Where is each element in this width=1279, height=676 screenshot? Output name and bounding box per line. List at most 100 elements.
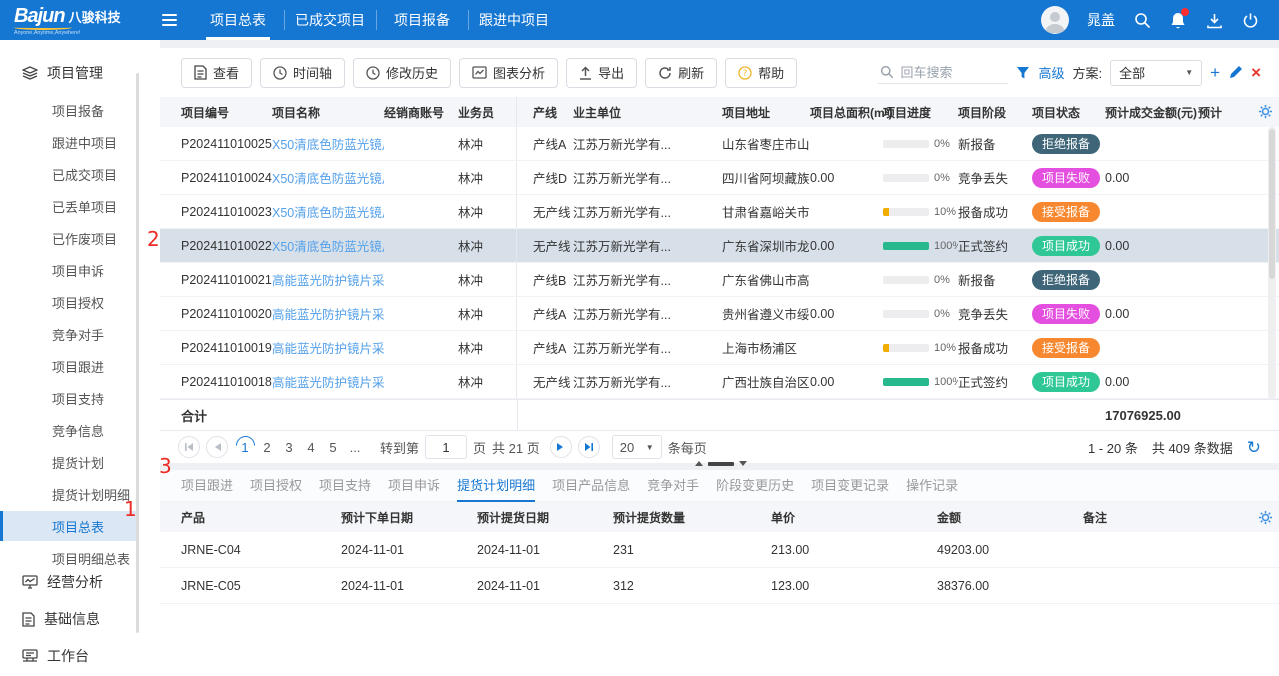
table-scrollbar[interactable] [1268, 127, 1276, 399]
detail-tab-6[interactable]: 项目产品信息 [552, 470, 630, 502]
page-number-3[interactable]: 3 [278, 440, 300, 455]
avatar[interactable] [1041, 6, 1069, 34]
project-name-link[interactable]: 高能蓝光防护镜片采购... [272, 342, 384, 356]
cell-unit-price: 213.00 [771, 543, 937, 557]
top-tab-4[interactable]: 跟进中项目 [468, 0, 560, 40]
sidebar-item-4[interactable]: 已丢单项目 [0, 191, 136, 221]
project-name-link[interactable]: X50清底色防蓝光镜片... [272, 206, 384, 220]
prev-page-button[interactable] [206, 436, 228, 458]
search-input[interactable] [900, 65, 1000, 80]
top-tab-2[interactable]: 已成交项目 [284, 0, 376, 40]
filter-funnel-icon[interactable] [1016, 66, 1030, 80]
sidebar-item-1[interactable]: 项目报备 [0, 95, 136, 125]
detail-tab-5[interactable]: 提货计划明细 [457, 470, 535, 502]
notification-dot [1181, 8, 1189, 16]
toolbar-button-1[interactable]: 查看 [181, 58, 252, 88]
sidebar-item-8[interactable]: 竞争对手 [0, 319, 136, 349]
toolbar-button-6[interactable]: 刷新 [645, 58, 717, 88]
toolbar-button-4[interactable]: 图表分析 [459, 58, 558, 88]
page-number-1[interactable]: 1 [234, 440, 256, 455]
table-row[interactable]: P202411010019高能蓝光防护镜片采购...林冲产线A江苏万新光学有..… [160, 331, 1279, 365]
page-number-...[interactable]: ... [344, 440, 366, 455]
toolbar-button-2[interactable]: 时间轴 [260, 58, 345, 88]
sidebar-item-6[interactable]: 项目申诉 [0, 255, 136, 285]
detail-tab-4[interactable]: 项目申诉 [388, 470, 440, 502]
notifications-bell-icon[interactable] [1169, 11, 1187, 29]
column-settings-gear-icon[interactable] [1258, 104, 1273, 119]
detail-tab-2[interactable]: 项目授权 [250, 470, 302, 502]
toolbar-button-7[interactable]: ?帮助 [725, 58, 797, 88]
collapse-up-icon[interactable] [695, 461, 703, 466]
menu-toggle-icon[interactable] [152, 14, 186, 26]
sidebar-item-5[interactable]: 已作废项目 [0, 223, 136, 253]
toolbar-button-3[interactable]: 修改历史 [353, 58, 451, 88]
advanced-search-link[interactable]: 高级 [1038, 63, 1064, 82]
table-row[interactable]: P202411010018高能蓝光防护镜片采购...林冲无产线江苏万新光学有..… [160, 365, 1279, 399]
detail-row[interactable]: JRNE-C042024-11-012024-11-01231213.00492… [160, 532, 1279, 568]
cell-qty: 231 [613, 543, 771, 557]
sidebar-item-10[interactable]: 项目支持 [0, 383, 136, 413]
sidebar-item-12[interactable]: 提货计划 [0, 447, 136, 477]
summary-label: 合计 [181, 406, 207, 425]
power-icon[interactable] [1241, 11, 1259, 29]
sidebar-item-13[interactable]: 提货计划明细 [0, 479, 136, 509]
cell-salesperson: 林冲 [458, 263, 517, 296]
page-number-5[interactable]: 5 [322, 440, 344, 455]
sidebar-item-14[interactable]: 项目总表 [0, 511, 136, 541]
sidebar-item-11[interactable]: 竞争信息 [0, 415, 136, 445]
sidebar-section-2[interactable]: 经营分析 [0, 567, 160, 597]
sidebar-scrollbar[interactable] [136, 73, 139, 633]
project-name-link[interactable]: 高能蓝光防护镜片采购... [272, 376, 384, 390]
search-icon[interactable] [1133, 11, 1151, 29]
splitter-handle[interactable] [695, 461, 747, 466]
sidebar-section-4[interactable]: 工作台 [0, 641, 160, 671]
next-page-button[interactable] [550, 436, 572, 458]
detail-column-settings-gear-icon[interactable] [1258, 510, 1273, 525]
scheme-select[interactable]: 全部 ▼ [1110, 60, 1202, 86]
progress-percent: 100% [934, 240, 958, 252]
detail-row[interactable]: JRNE-C052024-11-012024-11-01312123.00383… [160, 568, 1279, 604]
table-row[interactable]: P202411010020高能蓝光防护镜片采购...林冲产线A江苏万新光学有..… [160, 297, 1279, 331]
goto-page-input[interactable] [425, 435, 467, 459]
top-tab-3[interactable]: 项目报备 [376, 0, 468, 40]
project-name-link[interactable]: X50清底色防蓝光镜片... [272, 138, 384, 152]
sidebar-item-2[interactable]: 跟进中项目 [0, 127, 136, 157]
toolbar-button-5[interactable]: 导出 [566, 58, 637, 88]
collapse-down-icon[interactable] [739, 461, 747, 466]
last-page-button[interactable] [578, 436, 600, 458]
sidebar-item-3[interactable]: 已成交项目 [0, 159, 136, 189]
project-name-link[interactable]: 高能蓝光防护镜片采购... [272, 308, 384, 322]
page-size-select[interactable]: 20 ▼ [612, 435, 662, 459]
table-row[interactable]: P202411010024X50清底色防蓝光镜片...林冲产线D江苏万新光学有.… [160, 161, 1279, 195]
top-tab-1[interactable]: 项目总表 [192, 0, 284, 40]
sidebar-item-9[interactable]: 项目跟进 [0, 351, 136, 381]
detail-tab-8[interactable]: 阶段变更历史 [716, 470, 794, 502]
sidebar-section-project-management[interactable]: 项目管理 [0, 58, 160, 88]
download-icon[interactable] [1205, 11, 1223, 29]
table-row[interactable]: P202411010025X50清底色防蓝光镜片...林冲产线A江苏万新光学有.… [160, 127, 1279, 161]
table-row[interactable]: P202411010023X50清底色防蓝光镜片...林冲无产线江苏万新光学有.… [160, 195, 1279, 229]
project-name-link[interactable]: X50清底色防蓝光镜片... [272, 172, 384, 186]
page-number-2[interactable]: 2 [256, 440, 278, 455]
sidebar-item-7[interactable]: 项目授权 [0, 287, 136, 317]
table-row[interactable]: P202411010021高能蓝光防护镜片采购...林冲产线B江苏万新光学有..… [160, 263, 1279, 297]
detail-tab-9[interactable]: 项目变更记录 [811, 470, 889, 502]
project-name-link[interactable]: X50清底色防蓝光镜片... [272, 240, 384, 254]
detail-tab-10[interactable]: 操作记录 [906, 470, 958, 502]
delete-scheme-icon[interactable]: × [1251, 64, 1261, 81]
cell-address: 甘肃省嘉峪关市... [722, 202, 810, 221]
detail-tab-7[interactable]: 竞争对手 [647, 470, 699, 502]
project-name-link[interactable]: 高能蓝光防护镜片采购... [272, 274, 384, 288]
sidebar-section-3[interactable]: 基础信息 [0, 604, 160, 634]
cell-owner-unit: 江苏万新光学有... [573, 338, 722, 357]
first-page-button[interactable] [178, 436, 200, 458]
table-row[interactable]: P202411010022X50清底色防蓝光镜片...林冲无产线江苏万新光学有.… [160, 229, 1279, 263]
splitter-grip[interactable] [708, 462, 734, 466]
detail-tab-1[interactable]: 项目跟进 [181, 470, 233, 502]
add-scheme-icon[interactable]: + [1210, 64, 1220, 81]
cell-owner-unit: 江苏万新光学有... [573, 168, 722, 187]
edit-pencil-icon[interactable] [1228, 65, 1243, 80]
detail-tab-3[interactable]: 项目支持 [319, 470, 371, 502]
refresh-table-icon[interactable]: ↻ [1247, 439, 1261, 456]
page-number-4[interactable]: 4 [300, 440, 322, 455]
